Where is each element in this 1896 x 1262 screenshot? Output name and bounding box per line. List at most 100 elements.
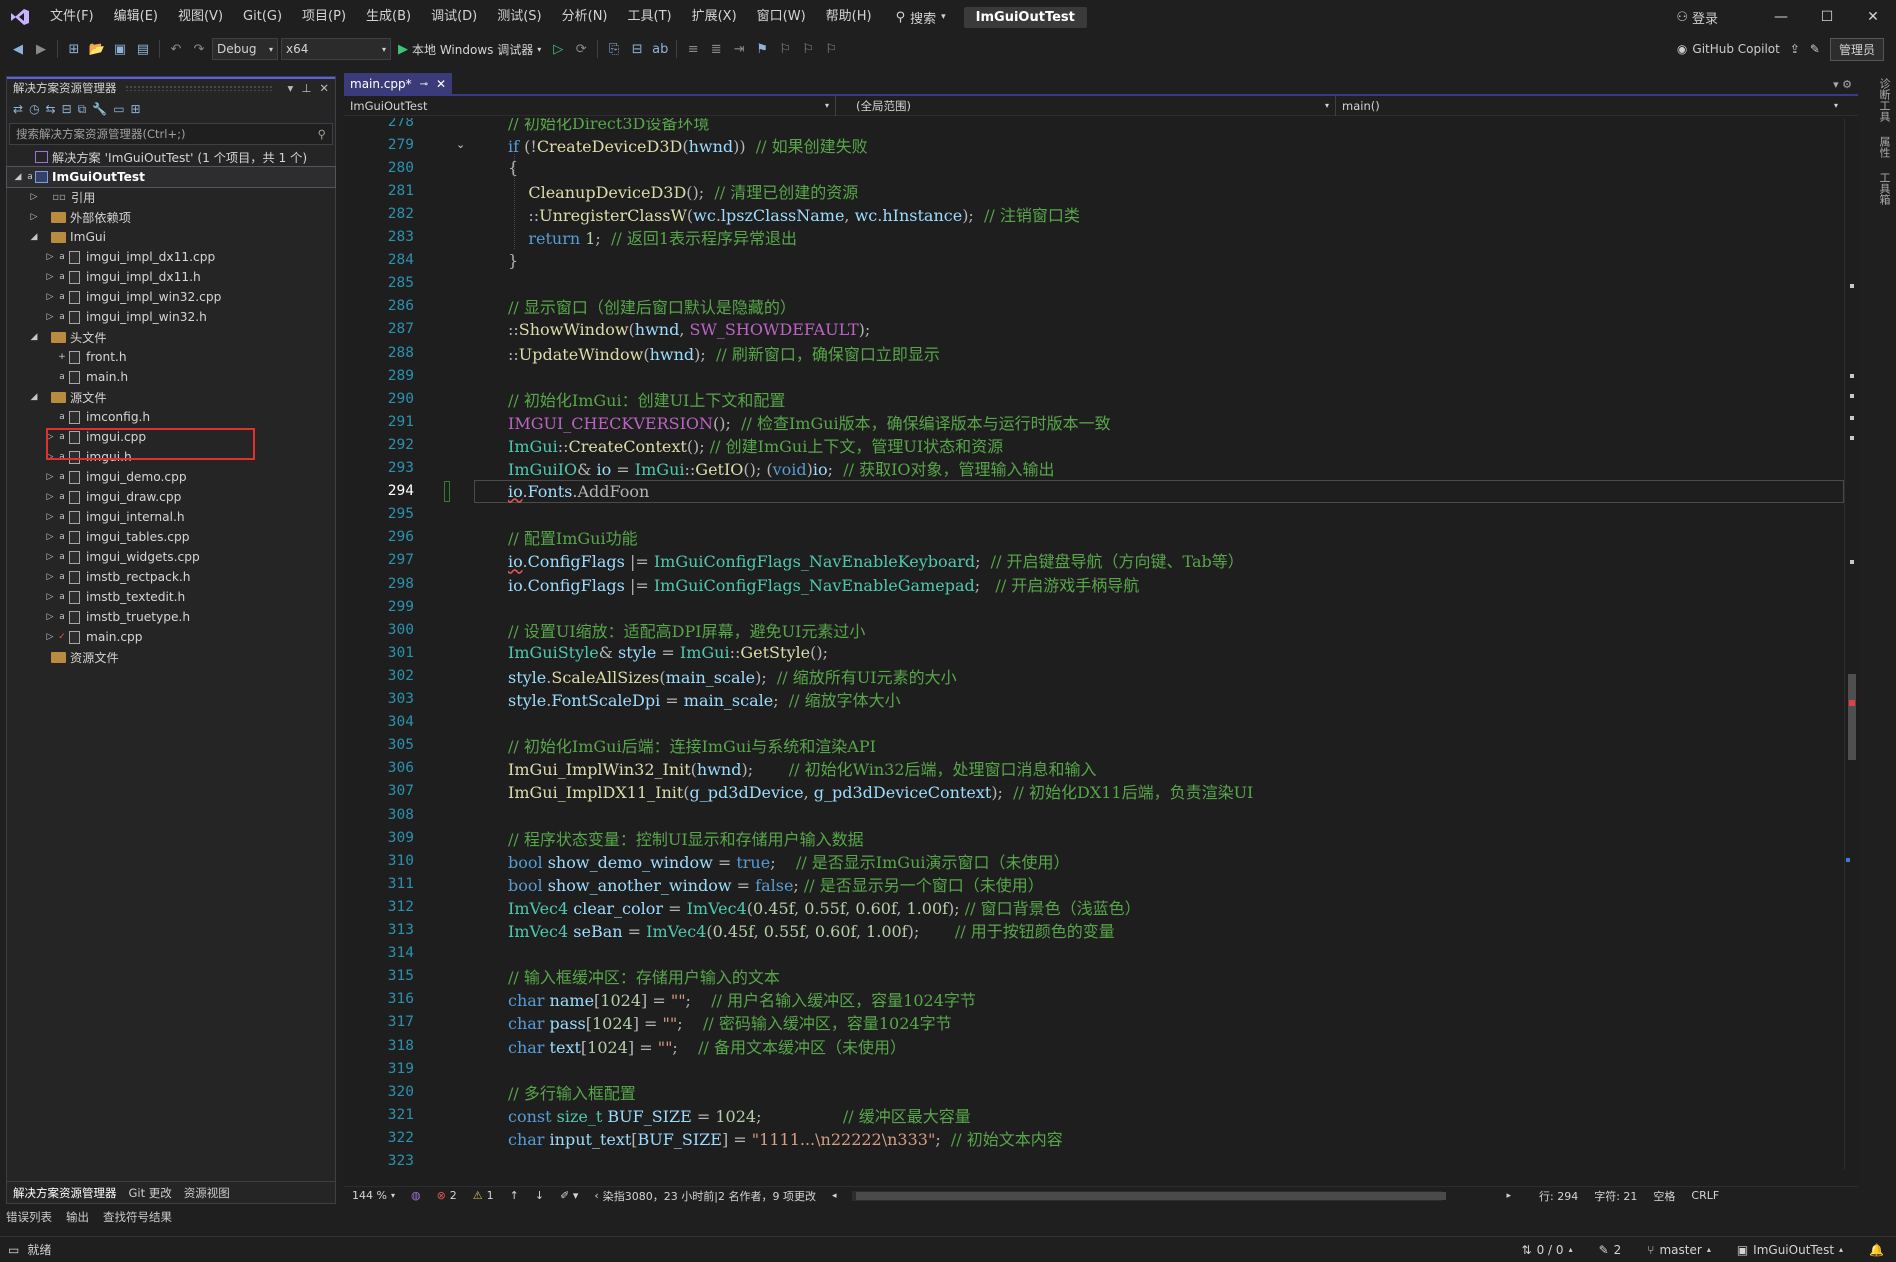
code-line[interactable]: 292 ImGui::CreateContext(); // 创建ImGui上下文… xyxy=(344,433,1844,456)
menu-item-0[interactable]: 文件(F) xyxy=(40,0,104,34)
code-line[interactable]: 280{ xyxy=(344,156,1844,179)
tab-main-cpp[interactable]: main.cpp* ⊸ ✕ xyxy=(344,73,453,95)
chevron-right-icon[interactable]: ▷ xyxy=(27,192,41,202)
scrollbar-thumb[interactable] xyxy=(1848,674,1856,760)
undo-icon[interactable]: ↶ xyxy=(166,38,186,60)
code-line[interactable]: 320 // 多行输入框配置 xyxy=(344,1080,1844,1103)
code-line[interactable]: 291 IMGUI_CHECKVERSION(); // 检查ImGui版本，确保… xyxy=(344,410,1844,433)
code-line[interactable]: 307 ImGui_ImplDX11_Init(g_pd3dDevice, g_p… xyxy=(344,780,1844,803)
menu-item-6[interactable]: 调试(D) xyxy=(421,0,487,34)
tree-item[interactable]: ▷ a imstb_rectpack.h xyxy=(7,567,335,587)
code-line[interactable]: 284} xyxy=(344,249,1844,272)
code-line[interactable]: 308 xyxy=(344,803,1844,826)
start-debugging-button[interactable]: ▶ 本地 Windows 调试器 ▾ xyxy=(398,41,541,58)
tree-item[interactable]: ▷ a imgui_impl_dx11.h xyxy=(7,267,335,287)
config-dropdown[interactable]: Debug ▾ xyxy=(212,38,278,60)
save-icon[interactable]: ▣ xyxy=(110,38,130,60)
tree-item[interactable]: a imconfig.h xyxy=(7,407,335,427)
bottom-tab-0[interactable]: 错误列表 xyxy=(6,1209,52,1225)
tree-item[interactable]: ▷ a imstb_truetype.h xyxy=(7,607,335,627)
code-line[interactable]: 303 style.FontScaleDpi = main_scale; // 缩… xyxy=(344,688,1844,711)
code-line[interactable]: 298 io.ConfigFlags |= ImGuiConfigFlags_Na… xyxy=(344,572,1844,595)
eol-indicator[interactable]: CRLF xyxy=(1683,1189,1727,1202)
code-line[interactable]: 295 xyxy=(344,503,1844,526)
side-tool-tab-0[interactable]: 诊断工具 xyxy=(1866,78,1892,122)
chevron-right-icon[interactable]: ▷ xyxy=(43,552,57,562)
code-line[interactable]: 314 xyxy=(344,942,1844,965)
tree-item[interactable]: ▷ 外部依赖项 xyxy=(7,207,335,227)
chevron-right-icon[interactable]: ▷ xyxy=(43,512,57,522)
indent-indicator[interactable]: 空格 xyxy=(1645,1188,1683,1204)
chevron-right-icon[interactable]: ▷ xyxy=(43,252,57,262)
solution-search-input[interactable]: 搜索解决方案资源管理器(Ctrl+;) ⚲ xyxy=(9,123,333,145)
class-view-icon[interactable]: ⊞ xyxy=(131,102,141,116)
project-dropdown[interactable]: ImGuiOutTest ▾ xyxy=(344,95,836,116)
start-without-debugging-icon[interactable]: ▷ xyxy=(548,38,568,60)
error-count[interactable]: ⊗ 2 xyxy=(429,1189,465,1202)
chevron-down-icon[interactable]: ◢ xyxy=(11,172,25,182)
switch-views-icon[interactable]: ⇆ xyxy=(46,102,56,116)
chevron-right-icon[interactable]: ▷ xyxy=(43,612,57,622)
pin-icon[interactable]: ⊸ xyxy=(420,79,428,90)
tree-item[interactable]: a main.h xyxy=(7,367,335,387)
code-line[interactable]: 311 bool show_another_window = false; // … xyxy=(344,872,1844,895)
code-line[interactable]: 312 ImVec4 clear_color = ImVec4(0.45f, 0.… xyxy=(344,895,1844,918)
tree-item[interactable]: ▷ a imgui_widgets.cpp xyxy=(7,547,335,567)
fold-chevron-icon[interactable]: ⌄ xyxy=(456,138,465,151)
zoom-dropdown[interactable]: 144 % ▾ xyxy=(344,1189,403,1202)
scope-dropdown[interactable]: (全局范围) ▾ xyxy=(836,95,1336,116)
menu-item-3[interactable]: Git(G) xyxy=(233,0,292,34)
global-search[interactable]: ⚲ 搜索 ▾ xyxy=(896,8,946,27)
code-line[interactable]: 313 ImVec4 seBan = ImVec4(0.45f, 0.55f, 0… xyxy=(344,919,1844,942)
chevron-down-icon[interactable]: ▾ xyxy=(288,81,294,95)
code-line[interactable]: 309 // 程序状态变量：控制UI显示和存储用户输入数据 xyxy=(344,826,1844,849)
tree-item[interactable]: ▷ ▫▫ 引用 xyxy=(7,187,335,207)
chevron-right-icon[interactable]: ▷ xyxy=(43,292,57,302)
menu-item-2[interactable]: 视图(V) xyxy=(168,0,233,34)
forward-icon[interactable]: ▶ xyxy=(31,38,51,60)
menu-item-1[interactable]: 编辑(E) xyxy=(104,0,168,34)
chevron-right-icon[interactable]: ▷ xyxy=(43,532,57,542)
chevron-right-icon[interactable]: ▷ xyxy=(43,272,57,282)
chevron-right-icon[interactable]: ▷ xyxy=(43,632,57,642)
close-button[interactable]: ✕ xyxy=(1850,0,1896,34)
tree-item[interactable]: ▷ a imgui_demo.cpp xyxy=(7,467,335,487)
warning-count[interactable]: ⚠ 1 xyxy=(465,1189,502,1202)
panel-tab-0[interactable]: 解决方案资源管理器 xyxy=(13,1185,117,1201)
code-line[interactable]: 289 xyxy=(344,364,1844,387)
bookmark-icon[interactable]: ⚑ xyxy=(752,38,772,60)
notifications-icon[interactable]: 🔔 xyxy=(1869,1243,1884,1257)
clear-bookmarks-icon[interactable]: ⚐ xyxy=(821,38,841,60)
menu-item-11[interactable]: 窗口(W) xyxy=(747,0,816,34)
open-file-icon[interactable]: 📂 xyxy=(87,38,107,60)
code-cleanup-icon[interactable]: ✐ ▾ xyxy=(552,1189,586,1202)
next-issue-icon[interactable]: ↓ xyxy=(527,1189,552,1202)
code-line[interactable]: 301 ImGuiStyle& style = ImGui::GetStyle()… xyxy=(344,641,1844,664)
prev-issue-icon[interactable]: ↑ xyxy=(502,1189,527,1202)
chevron-left-icon[interactable]: ◂ xyxy=(824,1191,845,1201)
chevron-right-icon[interactable]: ▷ xyxy=(43,592,57,602)
code-line[interactable]: 297 io.ConfigFlags |= ImGuiConfigFlags_Na… xyxy=(344,549,1844,572)
menu-item-5[interactable]: 生成(B) xyxy=(356,0,421,34)
code-line[interactable]: 288::UpdateWindow(hwnd); // 刷新窗口，确保窗口立即显… xyxy=(344,341,1844,364)
code-line[interactable]: 305 // 初始化ImGui后端：连接ImGui与系统和渲染API xyxy=(344,734,1844,757)
back-icon[interactable]: ◀ xyxy=(8,38,28,60)
chevron-down-icon[interactable]: ◢ xyxy=(27,232,41,242)
tree-item[interactable]: ▷ a imgui_impl_dx11.cpp xyxy=(7,247,335,267)
code-line[interactable]: 294 io.Fonts.AddFoon xyxy=(344,479,1844,503)
login-button[interactable]: ⚇ 登录 xyxy=(1676,8,1718,27)
member-dropdown[interactable]: main() ▾ xyxy=(1336,96,1844,116)
minimize-button[interactable]: — xyxy=(1758,0,1804,34)
chevron-right-icon[interactable]: ▷ xyxy=(43,312,57,322)
close-icon[interactable]: ✕ xyxy=(436,77,446,91)
code-line[interactable]: 279 ⌄ if (!CreateDeviceD3D(hwnd)) // 如果创建失… xyxy=(344,133,1844,156)
code-line[interactable]: 287::ShowWindow(hwnd, SW_SHOWDEFAULT); xyxy=(344,318,1844,341)
chevron-right-icon[interactable]: ▸ xyxy=(1498,1191,1519,1201)
tree-item[interactable]: ◢ ImGui xyxy=(7,227,335,247)
tree-item[interactable]: ▷ ✓ main.cpp xyxy=(7,627,335,647)
chevron-down-icon[interactable]: ◢ xyxy=(27,332,41,342)
code-line[interactable]: 321 const size_t BUF_SIZE = 1024; // 缓冲区最… xyxy=(344,1103,1844,1126)
copilot-status-icon[interactable]: ◍ xyxy=(403,1189,429,1202)
feedback-icon[interactable]: ✎ xyxy=(1810,42,1820,56)
tree-item[interactable]: ▷ a imgui_internal.h xyxy=(7,507,335,527)
